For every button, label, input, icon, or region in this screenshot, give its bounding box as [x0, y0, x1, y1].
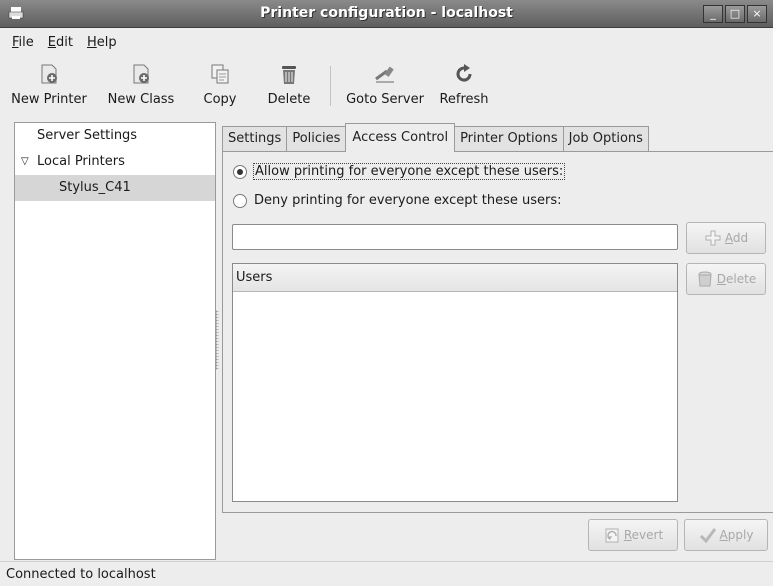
- tab-policies[interactable]: Policies: [286, 126, 347, 152]
- tree-item-label: Stylus_C41: [59, 180, 131, 195]
- revert-label: Revert: [624, 528, 663, 542]
- delete-mnemonic: D: [716, 272, 727, 286]
- revert-label-rest: evert: [631, 528, 664, 542]
- copy-icon: [211, 64, 229, 84]
- refresh-button[interactable]: Refresh: [433, 58, 495, 114]
- delete-user-button[interactable]: Delete: [686, 263, 766, 295]
- menu-file[interactable]: File: [6, 31, 40, 54]
- users-list[interactable]: Users: [232, 263, 678, 502]
- tab-bar: Settings Policies Access Control Printer…: [222, 123, 649, 152]
- goto-server-label: Goto Server: [346, 92, 424, 107]
- user-input[interactable]: [232, 224, 678, 250]
- add-label-rest: dd: [732, 231, 749, 245]
- new-class-button[interactable]: New Class: [98, 58, 184, 114]
- plus-icon: [705, 230, 721, 246]
- menu-help-label: elp: [96, 34, 117, 50]
- apply-mnemonic: A: [719, 528, 728, 542]
- toolbar: New Printer New Class Copy Delete Goto S…: [0, 58, 773, 116]
- add-user-button[interactable]: Add: [686, 222, 766, 254]
- trash-icon: [698, 271, 712, 287]
- access-control-panel: Allow printing for everyone except these…: [222, 151, 773, 513]
- apply-label-rest: pply: [727, 528, 754, 542]
- apply-label: Apply: [720, 528, 754, 542]
- title-bar[interactable]: Printer configuration - localhost _ □ ×: [0, 0, 773, 28]
- goto-server-button[interactable]: Goto Server: [337, 58, 433, 114]
- expander-icon[interactable]: ▽: [21, 149, 29, 175]
- tree-item-server-settings[interactable]: Server Settings: [15, 123, 215, 149]
- status-bar: Connected to localhost: [0, 561, 773, 586]
- tab-settings[interactable]: Settings: [222, 126, 288, 152]
- allow-label: Allow printing for everyone except these…: [252, 163, 566, 180]
- pane-resize-handle[interactable]: [215, 310, 219, 370]
- delete-button[interactable]: Delete: [254, 58, 324, 114]
- deny-radio[interactable]: [233, 193, 247, 208]
- users-column-header[interactable]: Users: [233, 264, 677, 292]
- revert-button[interactable]: Revert: [588, 519, 678, 551]
- copy-label: Copy: [203, 92, 237, 107]
- menu-edit[interactable]: Edit: [42, 31, 79, 54]
- printer-tree[interactable]: Server Settings ▽ Local Printers Stylus_…: [14, 122, 216, 560]
- allow-option[interactable]: Allow printing for everyone except these…: [233, 163, 566, 180]
- tree-item-stylus-c41[interactable]: Stylus_C41: [15, 175, 215, 201]
- tree-item-label: Local Printers: [37, 154, 125, 169]
- menu-help-mnemonic: H: [86, 34, 97, 50]
- new-printer-button[interactable]: New Printer: [0, 58, 98, 114]
- revert-icon: [605, 528, 619, 543]
- menu-help[interactable]: Help: [81, 31, 123, 54]
- revert-mnemonic: R: [623, 528, 632, 542]
- new-class-label: New Class: [107, 92, 175, 107]
- checkmark-icon: [699, 528, 716, 544]
- menu-edit-mnemonic: E: [47, 34, 56, 50]
- refresh-label: Refresh: [439, 92, 489, 107]
- new-printer-icon: [41, 64, 57, 84]
- tree-item-local-printers[interactable]: ▽ Local Printers: [15, 149, 215, 175]
- window-title: Printer configuration - localhost: [260, 5, 513, 21]
- allow-radio[interactable]: [233, 164, 247, 179]
- delete-label: Delete: [717, 272, 756, 286]
- add-label: Add: [725, 231, 748, 245]
- tab-job-options[interactable]: Job Options: [562, 126, 649, 152]
- delete-label-rest: elete: [726, 272, 757, 286]
- menu-edit-label: dit: [56, 34, 73, 50]
- apply-button[interactable]: Apply: [684, 519, 768, 551]
- menu-bar: File Edit Help: [0, 28, 773, 56]
- close-button[interactable]: ×: [747, 5, 767, 23]
- copy-button[interactable]: Copy: [194, 58, 246, 114]
- deny-label: Deny printing for everyone except these …: [254, 193, 562, 208]
- deny-option[interactable]: Deny printing for everyone except these …: [233, 193, 562, 208]
- maximize-button[interactable]: □: [725, 5, 745, 23]
- tab-access-control[interactable]: Access Control: [345, 123, 456, 152]
- new-class-icon: [133, 64, 149, 84]
- tree-item-label: Server Settings: [37, 128, 138, 143]
- connect-icon: [375, 66, 394, 83]
- delete-label: Delete: [267, 92, 311, 107]
- new-printer-label: New Printer: [11, 92, 87, 107]
- add-mnemonic: A: [724, 231, 733, 245]
- trash-icon: [282, 66, 296, 84]
- refresh-icon: [456, 64, 472, 82]
- minimize-button[interactable]: _: [703, 5, 723, 23]
- menu-file-label: ile: [18, 34, 34, 50]
- tab-printer-options[interactable]: Printer Options: [454, 126, 564, 152]
- toolbar-separator: [330, 66, 331, 106]
